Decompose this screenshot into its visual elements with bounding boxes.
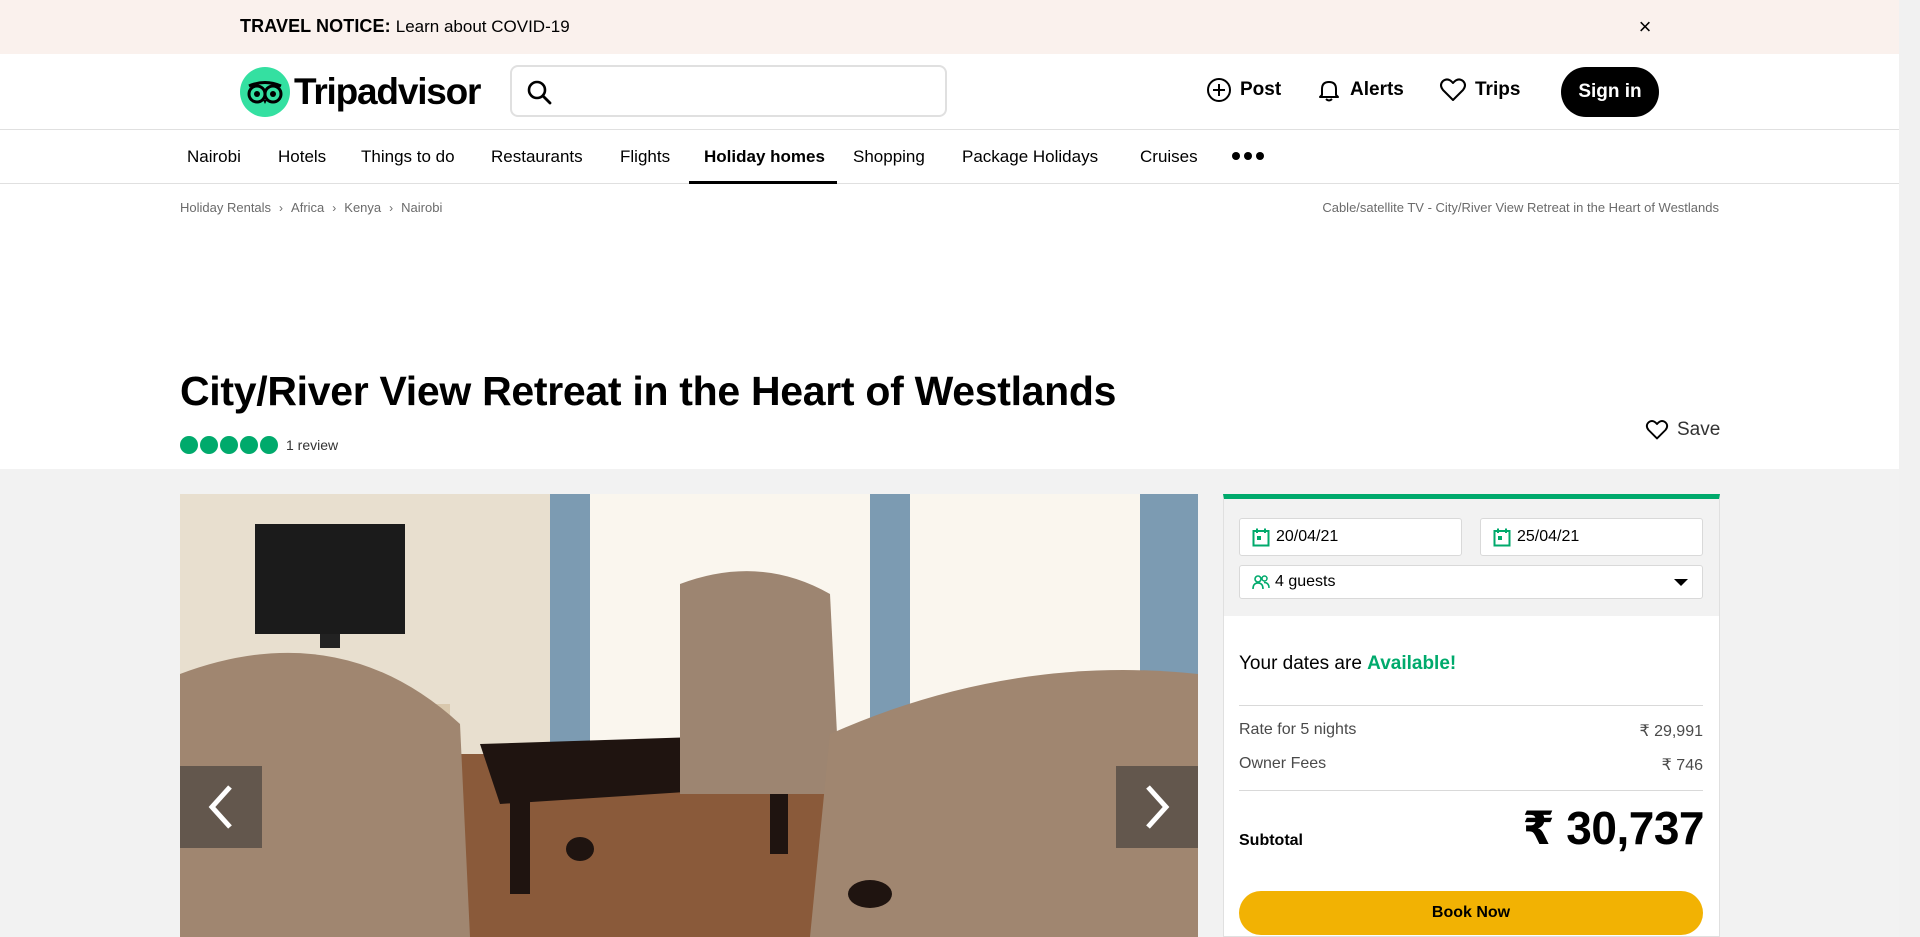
nav-item-things-to-do[interactable]: Things to do	[361, 130, 455, 184]
breadcrumb-item[interactable]: Africa	[291, 200, 324, 215]
active-tab-indicator	[689, 181, 837, 184]
rating-bubble-icon	[220, 436, 238, 454]
scrollbar[interactable]	[1899, 0, 1920, 937]
availability-message: Your dates are Available!	[1239, 653, 1456, 675]
covid-link[interactable]: Learn about COVID-19	[396, 17, 570, 36]
nav-item-package-holidays[interactable]: Package Holidays	[962, 130, 1098, 184]
breadcrumb-item[interactable]: Nairobi	[401, 200, 442, 215]
logo-wordmark: Tripadvisor	[294, 71, 481, 112]
tripadvisor-logo[interactable]: Tripadvisor	[240, 67, 481, 117]
post-link[interactable]: Post	[1206, 74, 1281, 106]
nav-item-nairobi[interactable]: Nairobi	[187, 130, 241, 184]
owner-fees-value: ₹ 746	[1661, 757, 1703, 774]
chevron-right-icon: ›	[389, 200, 394, 215]
rating-bubble-icon	[180, 436, 198, 454]
search-icon	[527, 80, 552, 105]
book-now-button[interactable]: Book Now	[1239, 891, 1703, 935]
page-title: City/River View Retreat in the Heart of …	[180, 368, 1117, 414]
guests-select[interactable]: 4 guests	[1239, 565, 1703, 599]
check-in-date-field[interactable]: 20/04/21	[1239, 518, 1462, 556]
divider	[1239, 790, 1703, 791]
previous-photo-button[interactable]	[180, 766, 262, 848]
subtotal-label: Subtotal	[1239, 832, 1303, 849]
close-icon[interactable]: ×	[1634, 16, 1656, 38]
heart-icon	[1440, 78, 1466, 101]
availability-status: Available!	[1367, 653, 1457, 674]
trips-link[interactable]: Trips	[1439, 74, 1520, 106]
listing-photo[interactable]	[180, 494, 1198, 937]
divider	[1239, 705, 1703, 706]
search-input[interactable]	[510, 65, 947, 117]
trips-label: Trips	[1475, 79, 1521, 100]
notice-label: TRAVEL NOTICE:	[240, 16, 391, 36]
alerts-link[interactable]: Alerts	[1316, 74, 1404, 106]
subtotal-value: ₹ 30,737	[1522, 802, 1705, 854]
rating-bubble-icon	[260, 436, 278, 454]
guests-icon	[1252, 575, 1270, 590]
chevron-left-icon	[208, 785, 232, 829]
post-label: Post	[1240, 79, 1282, 100]
review-count[interactable]: 1 review	[286, 437, 338, 453]
nav-item-shopping[interactable]: Shopping	[853, 130, 925, 184]
nav-item-flights[interactable]: Flights	[620, 130, 670, 184]
rating-bubble-icon	[200, 436, 218, 454]
rate-row: Rate for 5 nights ₹ 29,991	[1239, 721, 1703, 741]
nav-item-hotels[interactable]: Hotels	[278, 130, 326, 184]
more-icon[interactable]	[1232, 152, 1264, 160]
caret-down-icon	[1674, 579, 1688, 586]
plus-circle-icon	[1207, 78, 1231, 102]
travel-notice[interactable]: TRAVEL NOTICE: Learn about COVID-19	[240, 16, 570, 37]
nav-item-cruises[interactable]: Cruises	[1140, 130, 1198, 184]
breadcrumb: Holiday Rentals › Africa › Kenya › Nairo…	[180, 200, 442, 215]
rate-label: Rate for 5 nights	[1239, 721, 1357, 738]
owner-fees-label: Owner Fees	[1239, 755, 1327, 772]
breadcrumb-item[interactable]: Holiday Rentals	[180, 200, 271, 215]
booking-inputs: 20/04/21 25/04/21 4 guests	[1224, 499, 1719, 616]
sign-in-button[interactable]: Sign in	[1561, 67, 1659, 117]
guests-value: 4 guests	[1275, 573, 1336, 590]
next-photo-button[interactable]	[1116, 766, 1198, 848]
owner-fees-row: Owner Fees ₹ 746	[1239, 755, 1703, 775]
rating-bubble-icon	[240, 436, 258, 454]
nav-item-restaurants[interactable]: Restaurants	[491, 130, 583, 184]
chevron-right-icon: ›	[332, 200, 337, 215]
rating-bubbles[interactable]: 1 review	[180, 436, 338, 454]
alerts-label: Alerts	[1350, 79, 1404, 100]
save-button[interactable]: Save	[1645, 419, 1720, 441]
save-label: Save	[1677, 419, 1721, 440]
chevron-right-icon	[1146, 785, 1170, 829]
nav-item-holiday-homes[interactable]: Holiday homes	[704, 130, 825, 184]
rate-value: ₹ 29,991	[1639, 723, 1703, 740]
living-room-image	[180, 494, 1198, 937]
check-in-value: 20/04/21	[1276, 528, 1339, 545]
chevron-right-icon: ›	[279, 200, 284, 215]
travel-notice-bar: TRAVEL NOTICE: Learn about COVID-19 ×	[0, 0, 1899, 54]
check-out-value: 25/04/21	[1517, 528, 1580, 545]
breadcrumb-item[interactable]: Kenya	[344, 200, 381, 215]
page: TRAVEL NOTICE: Learn about COVID-19 × Tr…	[0, 0, 1899, 937]
heart-icon	[1645, 420, 1669, 440]
owl-logo-icon	[240, 67, 290, 117]
check-out-date-field[interactable]: 25/04/21	[1480, 518, 1703, 556]
site-header: Tripadvisor Post Alerts Trips Sign in	[0, 54, 1899, 130]
bell-icon	[1319, 81, 1339, 102]
breadcrumb-current: Cable/satellite TV - City/River View Ret…	[1322, 200, 1719, 215]
calendar-icon	[1493, 528, 1511, 546]
main-nav: Nairobi Hotels Things to do Restaurants …	[0, 130, 1899, 184]
booking-panel: 20/04/21 25/04/21 4 guests Your dates ar…	[1223, 494, 1720, 937]
calendar-icon	[1252, 528, 1270, 546]
availability-prefix: Your dates are	[1239, 653, 1362, 674]
